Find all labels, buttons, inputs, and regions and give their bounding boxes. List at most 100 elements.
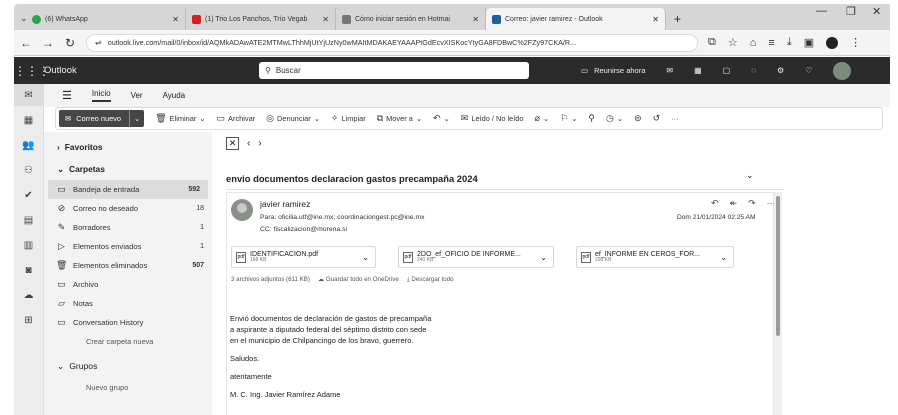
read-unread-button[interactable]: ✉ Leído / No leído bbox=[461, 113, 524, 124]
flag-button[interactable]: ⚐ ⌄ bbox=[560, 113, 577, 124]
profile-icon[interactable] bbox=[826, 36, 839, 49]
create-folder-link[interactable]: Crear carpeta nueva bbox=[44, 332, 212, 351]
tab-youtube[interactable]: (1) Trio Los Panchos, Trío Vegab ✕ bbox=[186, 8, 336, 30]
teams-icon[interactable]: ✉ bbox=[666, 66, 673, 75]
bell-icon[interactable]: ◌ bbox=[751, 66, 756, 75]
move-button[interactable]: ⧉ Mover a ⌄ bbox=[377, 113, 422, 124]
close-icon[interactable]: ✕ bbox=[472, 15, 479, 24]
avatar[interactable] bbox=[231, 199, 253, 221]
scrollbar-thumb[interactable] bbox=[776, 196, 780, 336]
gear-icon[interactable]: ⚙ bbox=[777, 66, 784, 75]
download-icon[interactable]: ⤓ bbox=[787, 36, 792, 49]
tips-icon[interactable]: ♡ bbox=[805, 66, 812, 75]
search-input[interactable]: Buscar bbox=[276, 66, 301, 75]
tab-whatsapp[interactable]: (6) WhatsApp ✕ bbox=[26, 8, 186, 30]
tab-list-icon[interactable]: ⌄ bbox=[14, 13, 28, 30]
save-onedrive-link[interactable]: ☁ Guardar todo en OneDrive bbox=[318, 276, 399, 284]
close-icon[interactable]: ✕ bbox=[652, 15, 659, 24]
scrollbar[interactable] bbox=[774, 192, 782, 415]
star-icon[interactable]: ☆ bbox=[728, 36, 738, 49]
close-icon[interactable]: ✕ bbox=[226, 137, 239, 150]
archive-button[interactable]: ▭ Archivar bbox=[217, 113, 256, 124]
reply-icon[interactable]: ↶ bbox=[711, 198, 719, 209]
report-button[interactable]: ◎ Denunciar ⌄ bbox=[266, 113, 320, 124]
folders-header[interactable]: ⌄ Carpetas bbox=[44, 158, 212, 180]
close-icon[interactable]: ✕ bbox=[172, 15, 179, 24]
folder-sent[interactable]: ▷ Elementos enviados 1 bbox=[44, 237, 212, 256]
folder-notes[interactable]: ▱ Notas bbox=[44, 294, 212, 313]
close-window-button[interactable]: ✕ bbox=[872, 5, 881, 18]
groups-icon[interactable]: ⚇ bbox=[14, 159, 43, 181]
word-icon[interactable]: ▤ bbox=[14, 209, 43, 231]
url-field[interactable]: ⇌ outlook.live.com/mail/0/inbox/id/AQMkA… bbox=[86, 33, 698, 52]
previous-icon[interactable]: ‹ bbox=[247, 138, 250, 149]
forward-icon[interactable]: → bbox=[42, 36, 54, 50]
onedrive-icon[interactable]: ☁ bbox=[14, 284, 43, 306]
undo-button[interactable]: ↺ bbox=[653, 113, 661, 124]
powerpoint-icon[interactable]: ◙ bbox=[14, 259, 43, 281]
tag-button[interactable]: ⌀ ⌄ bbox=[535, 113, 550, 124]
chevron-down-icon[interactable]: ⌄ bbox=[444, 114, 450, 123]
sweep-button[interactable]: ✧ Limpiar bbox=[331, 113, 366, 124]
folder-inbox[interactable]: ▭ Bandeja de entrada 592 bbox=[48, 180, 208, 199]
excel-icon[interactable]: ▥ bbox=[14, 234, 43, 256]
new-mail-button[interactable]: ✉ Correo nuevo ⌄ bbox=[59, 110, 145, 127]
rules-button[interactable]: ⊜ bbox=[634, 113, 642, 124]
attachment-card[interactable]: pdf IDENTIFICACION.pdf 168 KB ⌄ bbox=[231, 246, 376, 268]
install-app-icon[interactable]: ⧉ bbox=[708, 36, 716, 49]
chevron-down-icon[interactable]: ⌄ bbox=[199, 114, 205, 123]
new-tab-button[interactable]: + bbox=[666, 12, 681, 30]
chevron-down-icon[interactable]: ⌄ bbox=[571, 114, 577, 123]
chevron-down-icon[interactable]: ⌄ bbox=[746, 170, 754, 181]
pin-button[interactable]: ⚲ bbox=[588, 113, 595, 124]
collections-icon[interactable]: ▣ bbox=[804, 36, 814, 49]
search-box[interactable]: ⚲ Buscar bbox=[259, 62, 529, 79]
chat-icon[interactable]: ▢ bbox=[723, 66, 731, 75]
tab-ayuda[interactable]: Ayuda bbox=[163, 91, 186, 100]
apps-icon[interactable]: ▦ bbox=[694, 66, 702, 75]
snooze-button[interactable]: ◷ ⌄ bbox=[606, 113, 623, 124]
folder-deleted[interactable]: 🗑 Elementos eliminados 507 bbox=[44, 256, 212, 275]
reply-button[interactable]: ↶ ⌄ bbox=[433, 113, 450, 124]
minimize-button[interactable]: — bbox=[816, 5, 827, 17]
download-all-link[interactable]: ⤓ Descargar todo bbox=[407, 276, 454, 284]
meet-now-button[interactable]: ▭ Reunirse ahora bbox=[581, 66, 645, 75]
sender-name[interactable]: javier ramirez bbox=[260, 199, 310, 209]
folder-archive[interactable]: ▭ Archivo bbox=[44, 275, 212, 294]
app-brand[interactable]: Outlook bbox=[44, 65, 224, 76]
favorites-header[interactable]: › Favoritos bbox=[44, 136, 212, 158]
chevron-down-icon[interactable]: ⌄ bbox=[416, 114, 422, 123]
forward-icon[interactable]: ↷ bbox=[748, 198, 756, 209]
app-launcher-icon[interactable]: ⋮⋮⋮ bbox=[14, 64, 50, 78]
tab-outlook[interactable]: Correo: javier ramirez - Outlook ✕ bbox=[486, 8, 666, 30]
tab-hotmail-help[interactable]: Cómo iniciar sesión en Hotmai ✕ bbox=[336, 8, 486, 30]
chevron-down-icon[interactable]: ⌄ bbox=[540, 253, 547, 262]
avatar[interactable] bbox=[833, 61, 852, 80]
chevron-down-icon[interactable]: ⌄ bbox=[314, 114, 320, 123]
folder-conversation-history[interactable]: ▭ Conversation History bbox=[44, 313, 212, 332]
mail-icon[interactable]: ✉ bbox=[14, 84, 43, 106]
chevron-down-icon[interactable]: ⌄ bbox=[130, 114, 144, 123]
folder-junk[interactable]: ⊘ Correo no deseado 18 bbox=[44, 199, 212, 218]
folder-drafts[interactable]: ✎ Borradores 1 bbox=[44, 218, 212, 237]
todo-icon[interactable]: ✔ bbox=[14, 184, 43, 206]
attachment-card[interactable]: pdf ef_INFORME EN CEROS_FOR... 298 KB ⌄ bbox=[576, 246, 734, 268]
browser-menu-icon[interactable]: ⋮ bbox=[850, 36, 861, 49]
delete-button[interactable]: 🗑 Eliminar ⌄ bbox=[155, 113, 205, 124]
more-options-button[interactable]: ··· bbox=[671, 114, 678, 123]
chevron-down-icon[interactable]: ⌄ bbox=[543, 114, 549, 123]
close-icon[interactable]: ✕ bbox=[322, 15, 329, 24]
reply-all-icon[interactable]: ↞ bbox=[730, 198, 738, 209]
extensions-icon[interactable]: ⌂ bbox=[750, 37, 757, 49]
site-info-icon[interactable]: ⇌ bbox=[95, 38, 102, 47]
maximize-button[interactable]: ❐ bbox=[846, 5, 856, 18]
back-icon[interactable]: ← bbox=[20, 36, 32, 50]
reload-icon[interactable]: ↻ bbox=[64, 36, 76, 50]
tab-inicio[interactable]: Inicio bbox=[91, 89, 111, 102]
more-apps-icon[interactable]: ⊞ bbox=[14, 309, 43, 331]
favorites-icon[interactable]: ≡ bbox=[768, 37, 774, 49]
hamburger-icon[interactable]: ☰ bbox=[62, 89, 72, 102]
new-group-link[interactable]: Nuevo grupo bbox=[44, 378, 212, 397]
attachment-card[interactable]: pdf 2DO_ef_OFICIO DE INFORME... 240 KB ⌄ bbox=[398, 246, 554, 268]
chevron-down-icon[interactable]: ⌄ bbox=[362, 253, 369, 262]
